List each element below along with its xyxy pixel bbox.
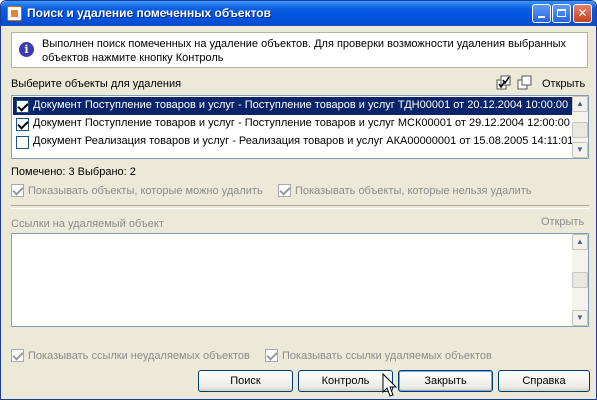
info-icon: i (19, 42, 34, 57)
row-checkbox[interactable] (16, 118, 29, 131)
refs-open-button[interactable]: Открыть (541, 216, 584, 228)
divider (11, 205, 589, 209)
objects-list[interactable]: Документ Поступление товаров и услуг - П… (11, 95, 589, 159)
dialog-window: Поиск и удаление помеченных объектов ✕ i… (0, 0, 597, 400)
maximize-icon (557, 9, 566, 17)
row-text: Документ Поступление товаров и услуг - П… (33, 99, 569, 111)
close-button[interactable]: Закрыть (398, 370, 493, 392)
scroll-thumb[interactable] (572, 122, 588, 138)
checkbox-label: Показывать объекты, которые можно удалит… (28, 185, 263, 197)
scroll-up-icon[interactable]: ▲ (572, 234, 588, 250)
close-window-button[interactable]: ✕ (573, 4, 592, 23)
scroll-thumb[interactable] (572, 272, 588, 288)
app-icon (7, 6, 22, 21)
maximize-button[interactable] (552, 4, 571, 23)
checkbox-label: Показывать объекты, которые нельзя удали… (295, 185, 532, 197)
window-title: Поиск и удаление помеченных объектов (27, 6, 271, 20)
refs-scrollbar[interactable]: ▲ ▼ (572, 234, 588, 326)
minimize-icon (538, 16, 545, 18)
check-all-icon[interactable] (496, 75, 512, 91)
checkbox-box[interactable] (11, 184, 24, 197)
mouse-cursor-icon (382, 373, 398, 397)
row-text: Документ Реализация товаров и услуг - Ре… (33, 135, 573, 147)
row-checkbox[interactable] (16, 136, 29, 149)
row-text: Документ Поступление товаров и услуг - П… (33, 117, 570, 129)
checkbox-box[interactable] (278, 184, 291, 197)
list-item[interactable]: Документ Реализация товаров и услуг - Ре… (13, 133, 573, 151)
row-checkbox[interactable] (16, 100, 29, 113)
objects-label: Выберите объекты для удаления (11, 78, 182, 90)
info-message-text: Выполнен поиск помеченных на удаление об… (42, 38, 566, 64)
scroll-up-icon[interactable]: ▲ (572, 96, 588, 112)
refs-list[interactable]: ▲ ▼ (11, 233, 589, 327)
info-message-box: i Выполнен поиск помеченных на удаление … (11, 32, 588, 68)
help-button[interactable]: Справка (498, 370, 590, 392)
checkbox-box[interactable] (11, 349, 24, 362)
objects-scrollbar[interactable]: ▲ ▼ (572, 96, 588, 158)
uncheck-all-icon[interactable] (517, 75, 533, 91)
list-item[interactable]: Документ Поступление товаров и услуг - П… (13, 115, 573, 133)
scroll-down-icon[interactable]: ▼ (572, 310, 588, 326)
status-text: Помечено: 3 Выбрано: 2 (11, 166, 136, 178)
refs-label: Ссылки на удаляемый объект (11, 218, 164, 230)
objects-open-button[interactable]: Открыть (542, 78, 585, 90)
close-icon: ✕ (577, 6, 588, 20)
checkbox-label: Показывать ссылки неудаляемых объектов (28, 350, 250, 362)
checkbox-label: Показывать ссылки удаляемых объектов (282, 350, 492, 362)
scroll-down-icon[interactable]: ▼ (572, 142, 588, 158)
control-button[interactable]: Контроль (298, 370, 393, 392)
minimize-button[interactable] (532, 4, 551, 23)
checkbox-box[interactable] (265, 349, 278, 362)
title-bar[interactable]: Поиск и удаление помеченных объектов ✕ (1, 1, 596, 26)
list-item[interactable]: Документ Поступление товаров и услуг - П… (13, 97, 573, 115)
search-button[interactable]: Поиск (198, 370, 293, 392)
